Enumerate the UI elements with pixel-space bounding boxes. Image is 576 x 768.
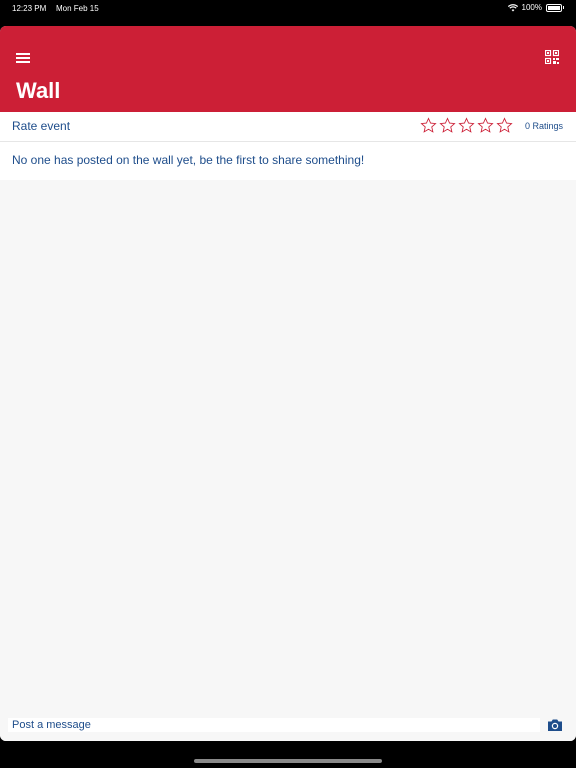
home-indicator[interactable]	[194, 759, 382, 763]
empty-wall-message: No one has posted on the wall yet, be th…	[12, 153, 365, 167]
post-message-input[interactable]	[8, 718, 540, 732]
rate-event-label: Rate event	[12, 119, 71, 133]
wall-empty-state: No one has posted on the wall yet, be th…	[0, 142, 576, 180]
star-icon-1[interactable]	[420, 117, 437, 134]
star-icon-2[interactable]	[439, 117, 456, 134]
wifi-icon	[507, 3, 518, 11]
app-screen: Wall Rate event 0 Ratings No one has pos…	[0, 26, 576, 741]
star-icon-4[interactable]	[477, 117, 494, 134]
message-composer	[0, 714, 576, 741]
status-date: Mon Feb 15	[56, 4, 99, 13]
page-title: Wall	[16, 78, 61, 103]
status-bar: 12:23 PM Mon Feb 15 100%	[0, 0, 576, 26]
menu-icon[interactable]	[16, 53, 30, 63]
app-header: Wall	[0, 26, 576, 112]
rating-row: Rate event 0 Ratings	[0, 112, 576, 142]
star-rating[interactable]	[420, 117, 513, 134]
battery-percent: 100%	[521, 3, 542, 12]
battery-tip	[563, 6, 564, 9]
star-icon-5[interactable]	[496, 117, 513, 134]
battery-icon	[546, 3, 562, 12]
camera-icon[interactable]	[547, 718, 563, 732]
star-icon-3[interactable]	[458, 117, 475, 134]
qr-code-icon[interactable]	[545, 50, 559, 64]
ratings-count: 0 Ratings	[524, 121, 563, 131]
status-right: 100%	[507, 3, 564, 12]
status-time: 12:23 PM	[12, 4, 47, 13]
